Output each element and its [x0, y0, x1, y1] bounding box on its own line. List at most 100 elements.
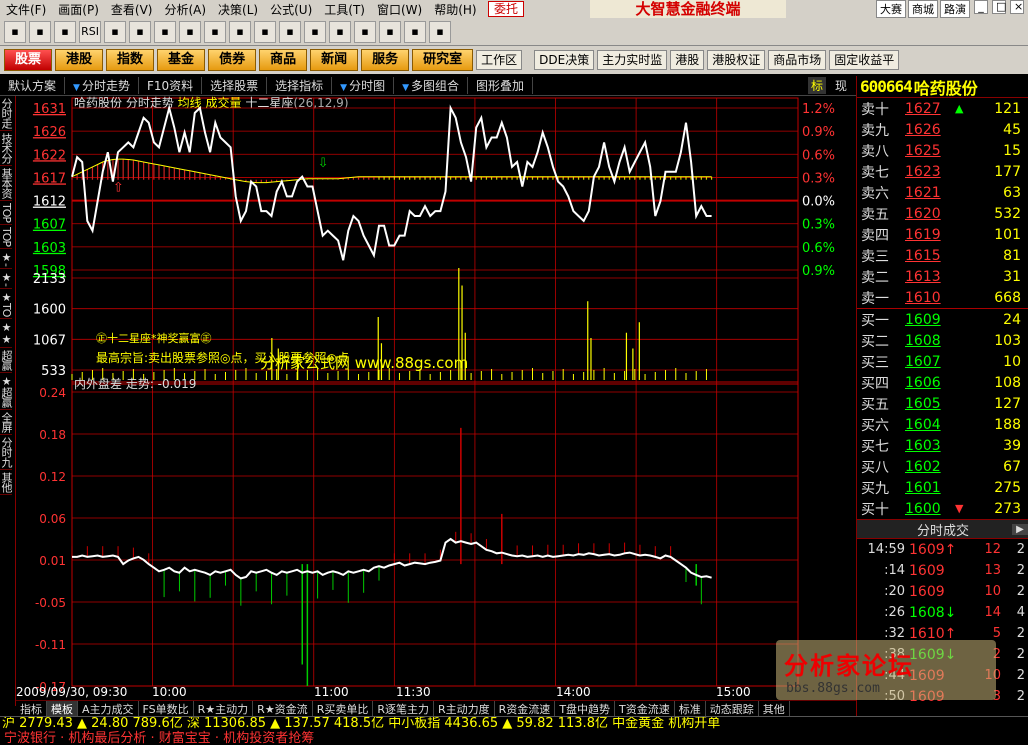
nav-right-0[interactable]: DDE决策	[534, 50, 595, 70]
subtool-item-5[interactable]: 分时图	[332, 77, 395, 94]
nav-right-1[interactable]: 主力实时监	[597, 50, 668, 70]
zoom-icon[interactable]: ▪	[154, 20, 176, 43]
subtool-item-0[interactable]: 默认方案	[0, 77, 66, 94]
menu-right-tab-2[interactable]: 路演	[940, 0, 970, 18]
menu-right-tab-1[interactable]: 商城	[908, 0, 938, 18]
nav-tab-6[interactable]: 新闻	[310, 49, 359, 71]
menu-item-8[interactable]: 帮助(H)	[428, 1, 482, 18]
box-icon[interactable]: ▪	[304, 20, 326, 43]
nav-tab-4[interactable]: 债券	[208, 49, 257, 71]
subtool-item-3[interactable]: 选择股票	[202, 77, 268, 94]
bottom-tab-1[interactable]: 模板	[47, 701, 78, 716]
sell-row-3[interactable]: 卖七 1623 177	[857, 161, 1028, 182]
nav-tab-7[interactable]: 服务	[361, 49, 410, 71]
workzone-button[interactable]: 工作区	[476, 50, 523, 70]
bottom-tab-10[interactable]: T盘中趋势	[555, 701, 616, 716]
left-tab-4[interactable]: TOP	[0, 225, 13, 250]
nav-tab-0[interactable]: 股票	[4, 49, 53, 71]
intraday-chart[interactable]: 哈药股份 分时走势 均线 成交量 十二星座(26,12,9)1631 1.2%16…	[16, 96, 856, 700]
left-tab-9[interactable]: 超赢	[0, 348, 13, 374]
rsi-icon[interactable]: RSI	[79, 20, 101, 43]
bottom-tab-7[interactable]: R逐笔主力	[373, 701, 434, 716]
close-icon[interactable]: ×	[1010, 0, 1024, 14]
chart2-icon[interactable]: ▪	[229, 20, 251, 43]
bottom-tab-0[interactable]: 指标	[16, 701, 47, 716]
fund-icon[interactable]: ▪	[204, 20, 226, 43]
grid-icon[interactable]: ▪	[4, 20, 26, 43]
note-icon[interactable]: ▪	[379, 20, 401, 43]
buy-row-5[interactable]: 买六 1604 188	[857, 414, 1028, 435]
nav-right-4[interactable]: 商品市场	[768, 50, 827, 70]
nav-tab-3[interactable]: 基金	[157, 49, 206, 71]
buy-row-4[interactable]: 买五 1605 127	[857, 393, 1028, 414]
left-tab-10[interactable]: ★超赢	[0, 373, 13, 411]
subtool-right-1[interactable]: 现	[832, 77, 850, 94]
buy-row-6[interactable]: 买七 1603 39	[857, 435, 1028, 456]
menu-item-5[interactable]: 公式(U)	[264, 1, 318, 18]
menu-item-4[interactable]: 决策(L)	[212, 1, 264, 18]
menu-right-tab-0[interactable]: 大赛	[876, 0, 906, 18]
left-tab-2[interactable]: 基本资	[0, 166, 13, 201]
subtool-item-1[interactable]: 分时走势	[65, 77, 139, 94]
left-tab-13[interactable]: 其他	[0, 470, 13, 496]
buy-row-2[interactable]: 买三 1607 10	[857, 351, 1028, 372]
bottom-tab-2[interactable]: A主力成交	[78, 701, 139, 716]
bottom-tab-14[interactable]: 其他	[759, 701, 790, 716]
sell-row-0[interactable]: 卖十 1627 ▲ 121	[857, 98, 1028, 119]
buy-row-9[interactable]: 买十 1600 ▼ 273	[857, 498, 1028, 519]
menu-item-2[interactable]: 查看(V)	[105, 1, 159, 18]
menu-item-6[interactable]: 工具(T)	[318, 1, 371, 18]
left-tab-0[interactable]: 分时走	[0, 96, 13, 131]
subtool-item-7[interactable]: 图形叠加	[468, 77, 534, 94]
monitor-icon[interactable]: ▪	[404, 20, 426, 43]
trades-next-icon[interactable]: ▶	[1012, 523, 1028, 535]
bottom-tab-4[interactable]: R★主动力	[194, 701, 254, 716]
left-tab-3[interactable]: TOP	[0, 201, 13, 226]
weituo-button[interactable]: 委托	[488, 1, 524, 17]
sell-row-7[interactable]: 卖三 1615 81	[857, 245, 1028, 266]
menu-item-0[interactable]: 文件(F)	[0, 1, 52, 18]
left-tab-12[interactable]: 分时九	[0, 435, 13, 471]
nav-right-5[interactable]: 固定收益平	[829, 50, 900, 70]
buy-row-1[interactable]: 买二 1608 103	[857, 330, 1028, 351]
menu-item-1[interactable]: 画面(P)	[52, 1, 105, 18]
left-tab-5[interactable]: ★-	[0, 249, 13, 270]
indicator-icon[interactable]: ▪	[104, 20, 126, 43]
nav-right-2[interactable]: 港股	[670, 50, 705, 70]
maximize-icon[interactable]: □	[992, 0, 1006, 14]
trades-header[interactable]: 分时成交 ▶	[857, 519, 1028, 539]
left-tab-11[interactable]: 全屏	[0, 410, 13, 436]
sell-row-6[interactable]: 卖四 1619 101	[857, 224, 1028, 245]
calc-icon[interactable]: ▪	[329, 20, 351, 43]
bottom-tab-5[interactable]: R★资金流	[253, 701, 313, 716]
nav-tab-5[interactable]: 商品	[259, 49, 308, 71]
left-tab-6[interactable]: ★-	[0, 269, 13, 289]
target-icon[interactable]: ▪	[254, 20, 276, 43]
bottom-tab-13[interactable]: 动态跟踪	[706, 701, 759, 716]
diamond-icon[interactable]: ▪	[279, 20, 301, 43]
bottom-tab-8[interactable]: R主动力度	[434, 701, 495, 716]
sell-row-9[interactable]: 卖一 1610 668	[857, 287, 1028, 308]
buy-row-0[interactable]: 买一 1609 24	[857, 309, 1028, 330]
subtool-right-0[interactable]: 标	[807, 77, 826, 94]
buy-row-3[interactable]: 买四 1606 108	[857, 372, 1028, 393]
nav-tab-1[interactable]: 港股	[55, 49, 104, 71]
left-tab-1[interactable]: 技术分	[0, 131, 13, 166]
subtool-item-2[interactable]: F10资料	[139, 77, 203, 94]
kline-icon[interactable]: ▪	[54, 20, 76, 43]
nav-right-3[interactable]: 港股权证	[707, 50, 766, 70]
bars-icon[interactable]: ▪	[29, 20, 51, 43]
subtool-item-6[interactable]: 多图组合	[394, 77, 469, 94]
left-tab-8[interactable]: ★★	[0, 319, 13, 349]
minimize-icon[interactable]: _	[974, 0, 988, 14]
sell-row-2[interactable]: 卖八 1625 15	[857, 140, 1028, 161]
pages-icon[interactable]: ▪	[354, 20, 376, 43]
sell-row-8[interactable]: 卖二 1613 31	[857, 266, 1028, 287]
subtool-item-4[interactable]: 选择指标	[267, 77, 333, 94]
sell-row-4[interactable]: 卖六 1621 63	[857, 182, 1028, 203]
sell-row-1[interactable]: 卖九 1626 45	[857, 119, 1028, 140]
bottom-tab-12[interactable]: 标准	[675, 701, 706, 716]
nav-tab-2[interactable]: 指数	[106, 49, 155, 71]
pen-icon[interactable]: ▪	[179, 20, 201, 43]
nav-tab-8[interactable]: 研究室	[412, 49, 474, 71]
